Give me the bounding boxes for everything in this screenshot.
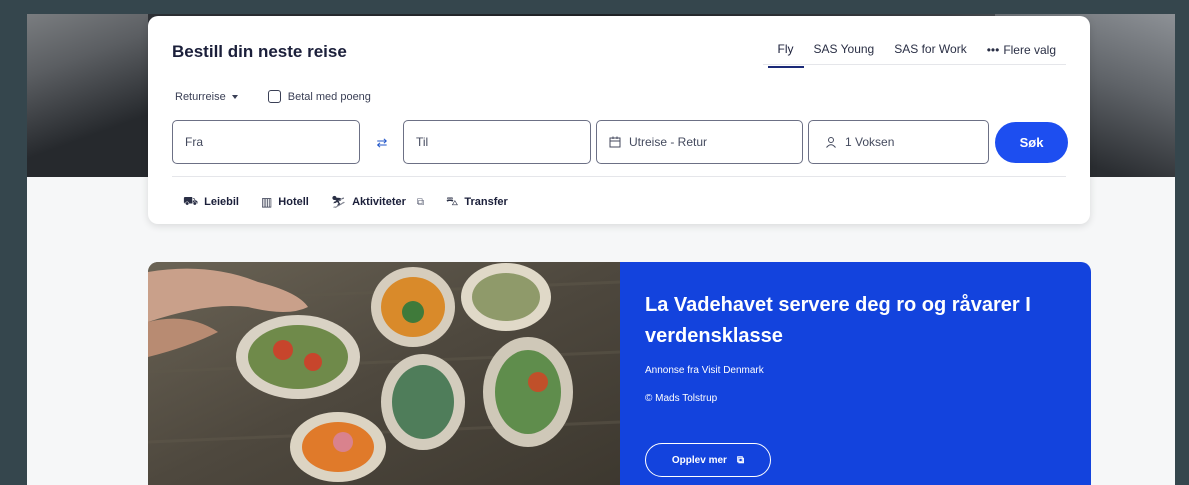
caret-down-icon <box>231 94 238 99</box>
extra-car-rental[interactable]: ⛟ Leiebil <box>183 194 239 210</box>
extra-car-label: Leiebil <box>204 196 239 208</box>
ad-heading: La Vadehavet servere deg ro og råvarer I… <box>645 294 1031 347</box>
extra-transfer[interactable]: ⛍ Transfer <box>446 194 508 210</box>
passengers-field[interactable]: 1 Voksen <box>808 120 989 164</box>
calendar-icon <box>609 136 621 148</box>
swap-icon[interactable]: ⇄ <box>367 135 397 151</box>
ad-cta-button[interactable]: Opplev mer ⧉ <box>645 443 771 477</box>
extras-divider <box>172 176 1066 177</box>
person-icon <box>826 137 836 148</box>
oysters-image <box>148 262 621 485</box>
activity-icon: ⛷ <box>330 195 347 209</box>
date-placeholder: Utreise - Retur <box>629 135 708 149</box>
ad-text-panel: La Vadehavet servere deg ro og råvarer I… <box>620 262 1091 485</box>
extra-activities-label: Aktiviteter <box>352 196 406 208</box>
oysters-illustration <box>148 262 621 485</box>
ad-banner[interactable]: La Vadehavet servere deg ro og råvarer I… <box>148 262 1091 485</box>
ad-cta-label: Opplev mer <box>671 454 727 466</box>
date-field[interactable]: Utreise - Retur <box>596 120 803 164</box>
pay-with-points-checkbox[interactable] <box>267 90 281 103</box>
to-field[interactable]: Til <box>403 120 591 164</box>
tabs-divider <box>763 64 1066 65</box>
pay-with-points-label: Betal med poeng <box>287 90 371 103</box>
search-button[interactable]: Søk <box>995 122 1068 163</box>
ad-photo-credit: © Mads Tolstrup <box>645 393 718 404</box>
from-field[interactable]: Fra <box>172 120 360 164</box>
page-viewport: Bestill din neste reise Fly SAS Young SA… <box>27 14 1175 485</box>
trip-options: Returreise Betal med poeng <box>175 90 371 103</box>
external-link-icon: ⧉ <box>416 196 425 208</box>
more-dots-icon: ••• <box>986 43 1000 57</box>
ad-sponsor: Annonse fra Visit Denmark <box>645 365 764 376</box>
hero-image-left <box>27 14 148 177</box>
passengers-value: 1 Voksen <box>845 135 895 149</box>
hotel-icon: ▥ <box>260 195 273 209</box>
trip-type-value: Returreise <box>175 90 226 103</box>
booking-card: Bestill din neste reise Fly SAS Young SA… <box>148 16 1090 224</box>
booking-title: Bestill din neste reise <box>172 42 347 61</box>
trip-type-select[interactable]: Returreise <box>175 91 238 103</box>
to-placeholder: Til <box>416 135 429 149</box>
external-link-icon: ⧉ <box>736 454 745 466</box>
car-icon: ⛟ <box>183 194 199 208</box>
from-placeholder: Fra <box>185 135 203 149</box>
extra-hotel[interactable]: ▥ Hotell <box>261 195 309 209</box>
extra-transfer-label: Transfer <box>464 196 508 208</box>
extra-hotel-label: Hotell <box>278 196 309 208</box>
extras-bar: ⛟ Leiebil ▥ Hotell ⛷ Aktiviteter ⧉ ⛍ Tra… <box>183 194 530 210</box>
extra-activities[interactable]: ⛷ Aktiviteter ⧉ <box>331 195 424 209</box>
tab-more-label: Flere valg <box>1003 43 1056 57</box>
bus-icon: ⛍ <box>446 194 459 208</box>
